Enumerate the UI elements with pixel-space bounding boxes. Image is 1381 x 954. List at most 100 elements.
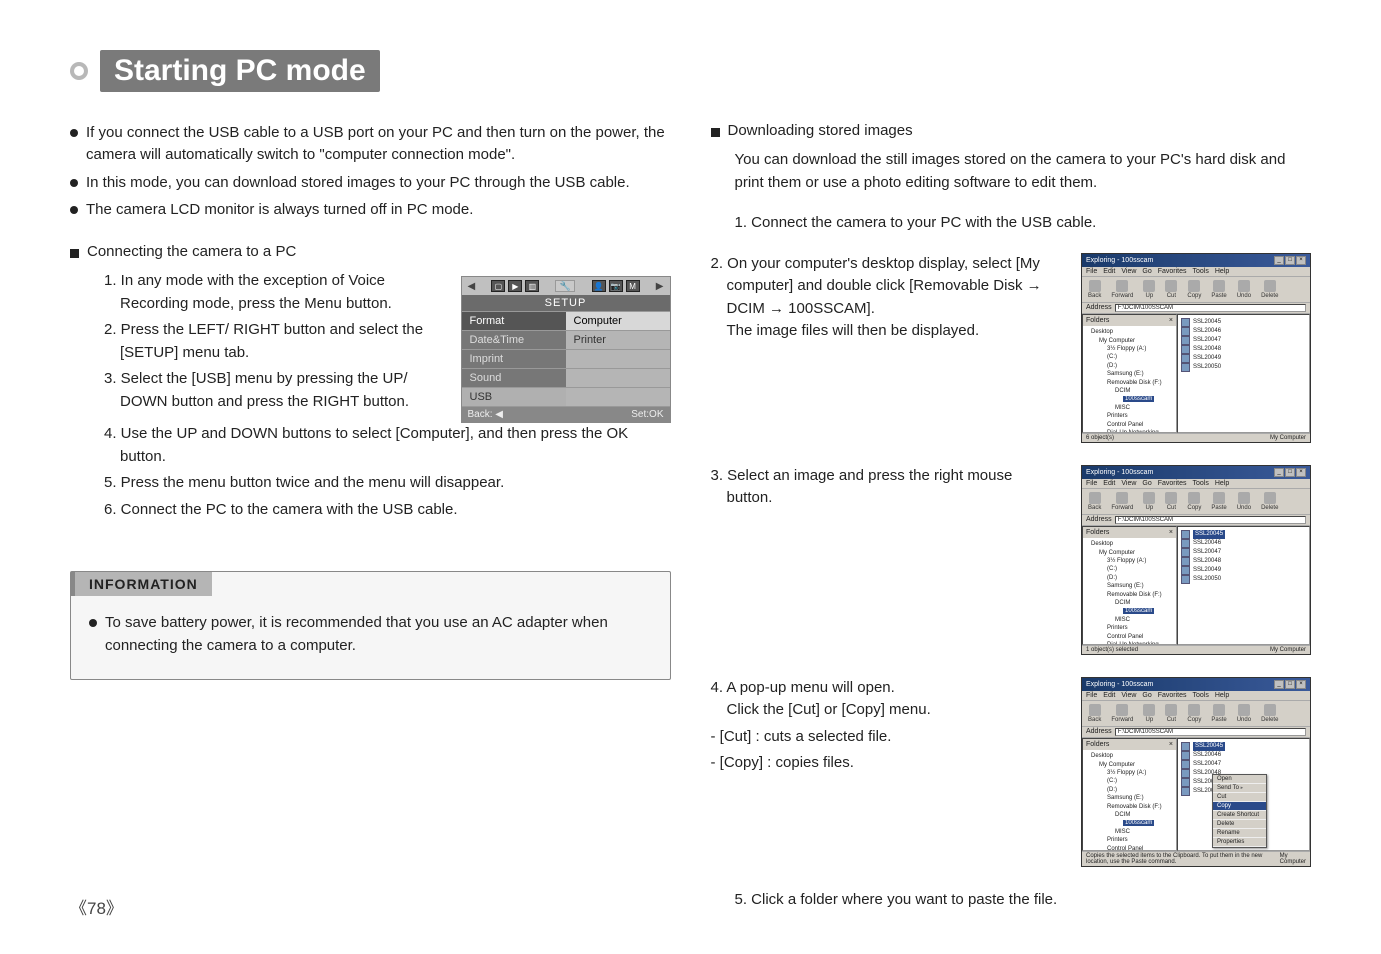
tree-item: (C:): [1085, 777, 1174, 785]
intro-bullet-3: The camera LCD monitor is always turned …: [86, 199, 473, 221]
download-step-5: 5. Click a folder where you want to past…: [735, 889, 1312, 912]
up-icon: [1143, 280, 1155, 292]
toolbar-undo-button: Undo: [1235, 703, 1253, 724]
explorer-menu-item: Help: [1215, 692, 1229, 699]
forward-icon: [1116, 492, 1128, 504]
setup-row-computer: Computer: [566, 312, 670, 330]
tree-item: Printers: [1085, 624, 1174, 632]
menu-tab-icon: M: [626, 280, 640, 292]
toolbar-undo-button: Undo: [1235, 491, 1253, 512]
download-step-4-l2: Click the [Cut] or [Copy] menu.: [711, 699, 1062, 722]
image-file-icon: [1181, 742, 1190, 751]
file-item: SSL20047: [1181, 336, 1306, 345]
address-label: Address: [1086, 728, 1112, 735]
file-item: SSL20046: [1181, 751, 1306, 760]
tree-item: 3½ Floppy (A:): [1085, 345, 1174, 353]
maximize-icon: □: [1285, 256, 1295, 265]
square-bullet-icon: [70, 249, 79, 258]
status-right: My Computer: [1270, 435, 1306, 441]
file-item: SSL20046: [1181, 539, 1306, 548]
tree-item: Samsung (E:): [1085, 794, 1174, 802]
tree-item: 100sscam: [1085, 395, 1174, 403]
file-item: SSL20048: [1181, 345, 1306, 354]
forward-icon: [1116, 704, 1128, 716]
explorer-menu-item: File: [1086, 268, 1097, 275]
explorer-menu-item: Edit: [1103, 480, 1115, 487]
image-file-icon: [1181, 787, 1190, 796]
connect-step-5: 5. Press the menu button twice and the m…: [104, 472, 671, 495]
toolbar-cut-button: Cut: [1163, 279, 1179, 300]
explorer-menu-item: Help: [1215, 268, 1229, 275]
delete-icon: [1264, 704, 1276, 716]
explorer-titlebar: Exploring - 100sscam _ □ ×: [1082, 678, 1310, 691]
close-icon: ×: [1169, 740, 1173, 750]
image-file-icon: [1181, 778, 1190, 787]
undo-icon: [1238, 704, 1250, 716]
undo-icon: [1238, 492, 1250, 504]
toolbar-copy-button: Copy: [1185, 491, 1203, 512]
context-menu-item: Cut: [1213, 793, 1266, 802]
bullet-icon: [70, 129, 78, 137]
image-file-icon: [1181, 354, 1190, 363]
toolbar-back-button: Back: [1086, 703, 1103, 724]
copy-icon: [1188, 704, 1200, 716]
connect-step-2: 2. Press the LEFT/ RIGHT button and sele…: [104, 319, 445, 364]
image-file-icon: [1181, 769, 1190, 778]
setup-wrench-icon: 🔧: [555, 280, 575, 292]
explorer-menu-item: File: [1086, 480, 1097, 487]
toolbar-paste-button: Paste: [1209, 703, 1228, 724]
explorer-menu-item: Favorites: [1158, 268, 1187, 275]
information-box: INFORMATION To save battery power, it is…: [70, 571, 671, 680]
menu-tab-icon: ▶: [508, 280, 522, 292]
intro-bullet-2: In this mode, you can download stored im…: [86, 172, 630, 194]
tree-item: (C:): [1085, 565, 1174, 573]
context-menu-item: Delete: [1213, 820, 1266, 829]
tree-item: My Computer: [1085, 761, 1174, 769]
toolbar-forward-button: Forward: [1109, 703, 1135, 724]
page-title: Starting PC mode: [100, 50, 380, 92]
toolbar-paste-button: Paste: [1209, 491, 1228, 512]
image-file-icon: [1181, 548, 1190, 557]
explorer-folder-tree: Folders× DesktopMy Computer3½ Floppy (A:…: [1082, 526, 1177, 645]
square-bullet-icon: [711, 128, 720, 137]
delete-icon: [1264, 492, 1276, 504]
menu-tab-icon: 👤: [592, 280, 606, 292]
setup-menu-header: SETUP: [462, 295, 670, 311]
close-icon: ×: [1296, 680, 1306, 689]
setup-row-usb: USB: [462, 388, 566, 406]
connect-heading: Connecting the camera to a PC: [87, 243, 296, 260]
download-step-2-l2: computer] and double click [Removable Di…: [711, 275, 1062, 298]
download-step-4-l4: - [Copy] : copies files.: [711, 752, 1062, 775]
tree-item: MISC: [1085, 828, 1174, 836]
setup-row-format: Format: [462, 312, 566, 330]
explorer-menu-item: Go: [1142, 692, 1151, 699]
toolbar-forward-button: Forward: [1109, 279, 1135, 300]
setup-row-imprint: Imprint: [462, 350, 566, 368]
toolbar-back-button: Back: [1086, 491, 1103, 512]
image-file-icon: [1181, 345, 1190, 354]
back-icon: [1089, 492, 1101, 504]
right-column: Downloading stored images You can downlo…: [711, 122, 1312, 915]
address-input: F:\DCIM\100SSCAM: [1115, 728, 1306, 736]
context-menu-item: Properties: [1213, 838, 1266, 847]
context-menu: OpenSend To ▸CutCopyCreate ShortcutDelet…: [1212, 774, 1267, 848]
setup-ok-label: Set:OK: [631, 409, 663, 420]
paste-icon: [1213, 280, 1225, 292]
tree-item: DCIM: [1085, 387, 1174, 395]
toolbar-paste-button: Paste: [1209, 279, 1228, 300]
setup-cell-empty: [566, 369, 670, 387]
back-icon: [1089, 280, 1101, 292]
image-file-icon: [1181, 539, 1190, 548]
explorer-title: Exploring - 100sscam: [1086, 257, 1153, 264]
file-item: SSL20049: [1181, 354, 1306, 363]
file-item: SSL20050: [1181, 575, 1306, 584]
tree-item: Removable Disk (F:): [1085, 379, 1174, 387]
toolbar-delete-button: Delete: [1259, 703, 1280, 724]
tree-header: Folders×: [1083, 527, 1176, 539]
explorer-title: Exploring - 100sscam: [1086, 469, 1153, 476]
explorer-addressbar: Address F:\DCIM\100SSCAM: [1082, 515, 1310, 526]
menu-tab-icon: ▥: [525, 280, 539, 292]
minimize-icon: _: [1274, 468, 1284, 477]
setup-cell-empty: [566, 350, 670, 368]
camera-setup-menu: ◀ ▢ ▶ ▥ 🔧 👤 📷 M ▶ SETUP FormatComput: [461, 276, 671, 423]
